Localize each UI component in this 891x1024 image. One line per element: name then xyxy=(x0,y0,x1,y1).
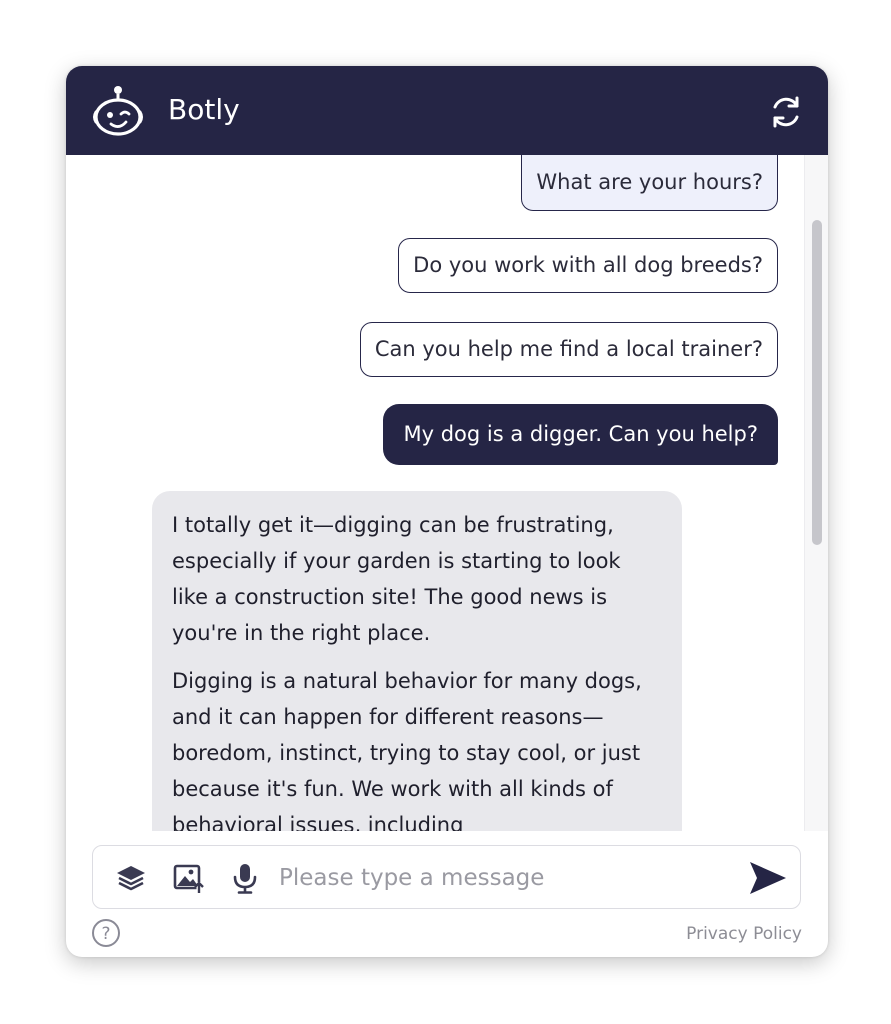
chat-widget: Botly What are your hours? Do you work w… xyxy=(66,66,828,957)
microphone-icon[interactable] xyxy=(227,860,263,896)
message-list[interactable]: What are your hours? Do you work with al… xyxy=(66,155,828,831)
image-upload-icon[interactable] xyxy=(170,860,206,896)
user-message: My dog is a digger. Can you help? xyxy=(383,404,778,465)
help-circle-icon[interactable]: ? xyxy=(91,918,121,948)
chat-header: Botly xyxy=(66,66,828,155)
suggestion-chip[interactable]: Can you help me find a local trainer? xyxy=(359,322,778,377)
robot-winking-icon xyxy=(93,86,143,136)
privacy-policy-link[interactable]: Privacy Policy xyxy=(686,922,802,946)
bot-message: I totally get it—digging can be frustrat… xyxy=(152,491,682,831)
message-composer xyxy=(92,845,801,909)
bot-message-paragraph: Digging is a natural behavior for many d… xyxy=(172,669,642,831)
refresh-icon[interactable] xyxy=(768,94,804,130)
bot-name: Botly xyxy=(168,93,240,126)
message-input[interactable] xyxy=(279,856,719,900)
suggestion-chip[interactable]: Do you work with all dog breeds? xyxy=(398,238,778,293)
bot-message-paragraph: I totally get it—digging can be frustrat… xyxy=(172,513,621,645)
layers-icon[interactable] xyxy=(113,860,149,896)
send-icon[interactable] xyxy=(747,858,789,898)
svg-text:?: ? xyxy=(101,924,110,944)
suggestion-chip[interactable]: What are your hours? xyxy=(521,155,778,211)
scrollbar-thumb[interactable] xyxy=(812,220,822,545)
